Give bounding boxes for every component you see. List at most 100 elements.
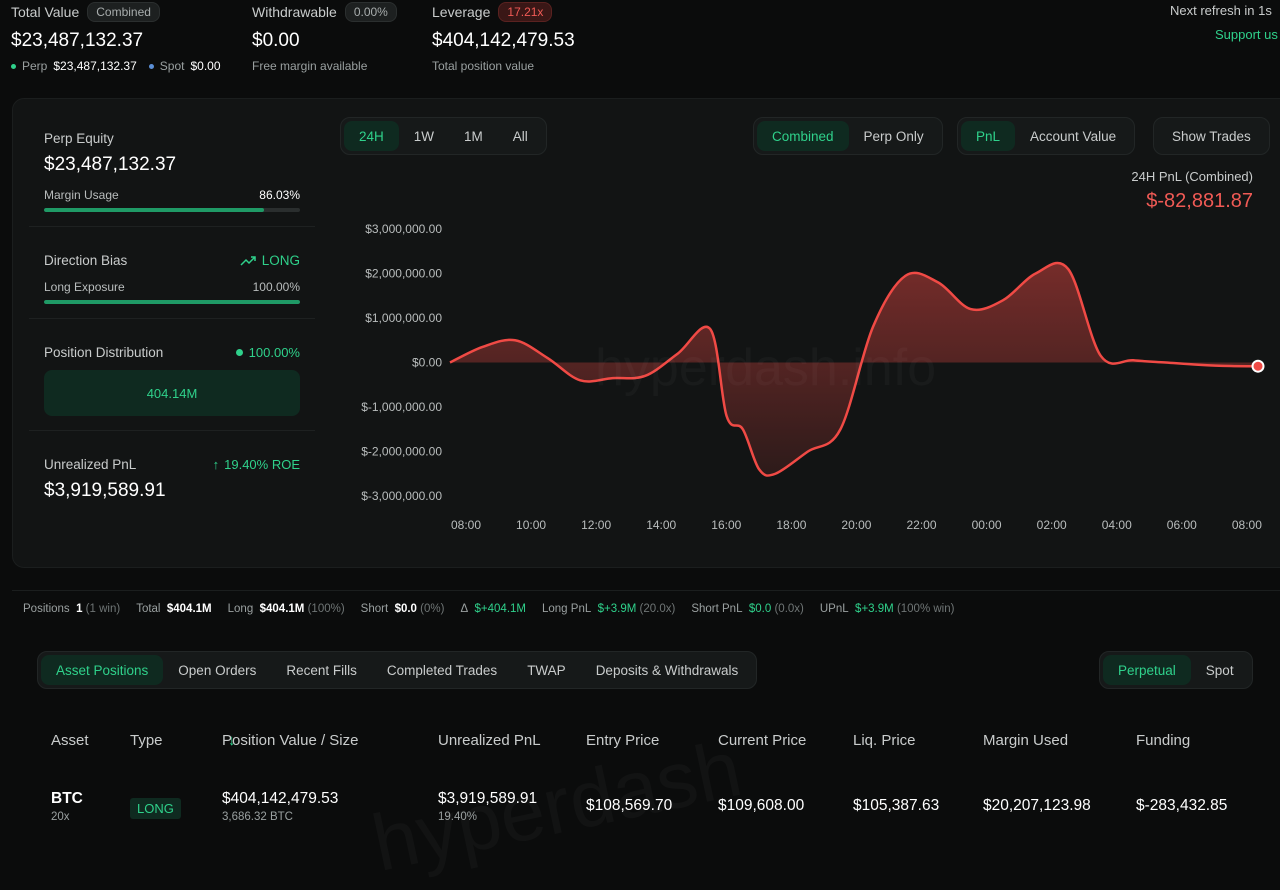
perp-value: $23,487,132.37 [53,59,137,73]
overview-card: Perp Equity $23,487,132.37 Margin Usage … [12,98,1280,568]
positions-tabs: Asset Positions Open Orders Recent Fills… [37,651,758,689]
header-entry-price[interactable]: Entry Price [586,732,659,749]
tab-asset-positions[interactable]: Asset Positions [41,655,164,685]
leverage-chip: 17.21x [498,2,553,22]
header-margin-used[interactable]: Margin Used [983,732,1068,749]
leverage-sub: Total position value [432,59,535,73]
tab-perpetual[interactable]: Perpetual [1103,655,1191,685]
withdrawable-chip: 0.00% [344,2,397,22]
pnl-chart[interactable]: $3,000,000.00 $2,000,000.00 $1,000,000.00 $… [13,99,1279,569]
perp-label: Perp [22,59,48,73]
upnl-note: (100% win) [896,602,955,615]
y-tick-label: $1,000,000.00 [365,311,442,325]
x-tick-label: 12:00 [581,518,611,532]
x-tick-label: 10:00 [516,518,546,532]
leverage-value: $404,142,479.53 [432,30,575,51]
positions-stats-strip: Positions 1 (1 win) Total $404.1M Long $… [12,590,1280,626]
tab-deposits-withdrawals[interactable]: Deposits & Withdrawals [581,655,754,685]
short-pnl-note: (0.0x) [774,602,804,615]
header-funding[interactable]: Funding [1136,732,1190,749]
row-size: 3,686.32 BTC [222,811,293,823]
account-summary: Total Value Combined $23,487,132.37 Perp … [0,0,1280,90]
y-tick-label: $0.00 [412,356,442,370]
x-tick-label: 14:00 [646,518,676,532]
short-pnl-value: $0.0 [748,602,772,615]
long-pnl-value: $+3.9M [597,602,637,615]
tab-recent-fills[interactable]: Recent Fills [271,655,372,685]
long-pnl-note: (20.0x) [639,602,676,615]
long-value: $404.1M [259,602,305,615]
total-value-strip: $404.1M [166,602,212,615]
positions-label: Positions [23,602,70,615]
withdrawable-label: Withdrawable [252,4,337,20]
row-upnl-pct: 19.40% [438,811,478,823]
x-tick-label: 20:00 [841,518,871,532]
total-value-stat: Total Value Combined $23,487,132.37 Perp … [11,0,221,73]
withdrawable-stat: Withdrawable 0.00% $0.00 Free margin avai… [252,0,397,73]
row-funding: $-283,432.85 [1136,797,1228,814]
total-value: $23,487,132.37 [11,30,144,51]
header-position-value-label: Position Value / Size [222,732,359,749]
pnl-area [450,262,1258,476]
row-entry-price: $108,569.70 [586,797,673,814]
x-tick-label: 16:00 [711,518,741,532]
tab-completed-trades[interactable]: Completed Trades [372,655,512,685]
row-margin-used: $20,207,123.98 [983,797,1091,814]
x-tick-label: 08:00 [451,518,481,532]
short-label: Short [360,602,389,615]
leverage-stat: Leverage 17.21x $404,142,479.53 Total pos… [432,0,575,73]
positions-note: (1 win) [85,602,121,615]
spot-label: Spot [159,59,185,73]
spot-value: $0.00 [190,59,221,73]
total-label: Total [136,602,161,615]
delta-value: $+404.1M [474,602,526,615]
row-position-value: $404,142,479.53 [222,790,339,807]
row-leverage: 20x [51,811,70,823]
row-current-price: $109,608.00 [718,797,805,814]
header-unrealized-pnl[interactable]: Unrealized PnL [438,732,541,749]
x-tick-label: 00:00 [972,518,1002,532]
y-tick-label: $2,000,000.00 [365,267,442,281]
header-liq-price[interactable]: Liq. Price [853,732,916,749]
combined-chip[interactable]: Combined [87,2,160,22]
next-refresh: Next refresh in 1s [1170,3,1272,18]
x-tick-label: 08:00 [1232,518,1262,532]
header-asset[interactable]: Asset [51,732,89,749]
row-asset: BTC [51,790,83,807]
tab-open-orders[interactable]: Open Orders [163,655,271,685]
market-tabs: Perpetual Spot [1099,651,1253,689]
row-type-badge: LONG [130,798,181,819]
x-tick-label: 18:00 [776,518,806,532]
tab-twap[interactable]: TWAP [512,655,581,685]
short-note: (0%) [420,602,445,615]
watermark-table: hyperdash [365,722,750,890]
row-upnl: $3,919,589.91 [438,790,538,807]
header-type[interactable]: Type [130,732,163,749]
withdrawable-sub: Free margin available [252,59,368,73]
y-tick-label: $-1,000,000.00 [361,400,442,414]
y-tick-label: $-2,000,000.00 [361,445,442,459]
spot-dot-icon [148,63,154,69]
x-tick-label: 02:00 [1037,518,1067,532]
pnl-last-point[interactable] [1251,359,1265,373]
support-link[interactable]: Support us [1215,27,1280,42]
upnl-label: UPnL [819,602,849,615]
long-pnl-label: Long PnL [542,602,592,615]
upnl-value: $+3.9M [855,602,894,615]
y-tick-label: $-3,000,000.00 [361,489,442,503]
short-pnl-label: Short PnL [691,602,743,615]
short-value: $0.0 [394,602,417,615]
positions-value: 1 [76,602,83,615]
withdrawable-value: $0.00 [252,30,300,51]
x-tick-label: 06:00 [1167,518,1197,532]
long-label: Long [227,602,254,615]
sort-down-icon: ↓ [228,732,236,749]
x-tick-label: 04:00 [1102,518,1132,532]
tab-spot[interactable]: Spot [1191,655,1249,685]
long-note: (100%) [307,602,345,615]
total-value-label: Total Value [11,4,80,20]
header-current-price[interactable]: Current Price [718,732,806,749]
x-tick-label: 22:00 [907,518,937,532]
leverage-label: Leverage [432,4,491,20]
row-liq-price: $105,387.63 [853,797,940,814]
